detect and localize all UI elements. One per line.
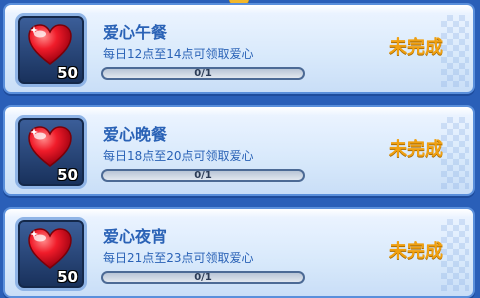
card-decoration [441,219,469,291]
reward-quantity: 50 [57,268,78,286]
reward-icon-frame: 50 [15,115,87,189]
reward-icon-frame: 50 [15,13,87,87]
task-title: 爱心夜宵 [103,227,168,246]
card-decoration [441,15,469,87]
reward-quantity: 50 [57,166,78,184]
progress-bar: 0/1 [101,169,305,182]
progress-text: 0/1 [194,272,212,283]
progress-bar: 0/1 [101,271,305,284]
reward-quantity: 50 [57,64,78,82]
task-card-dinner[interactable]: 50 爱心晚餐 每日18点至20点可领取爱心 0/1 未完成 [3,105,475,196]
heart-icon [28,228,72,269]
task-title: 爱心午餐 [103,23,168,42]
status-label: 未完成 [389,241,443,262]
progress-text: 0/1 [194,68,212,79]
heart-icon [28,24,72,65]
heart-icon [28,126,72,167]
status-label: 未完成 [389,37,443,58]
task-description: 每日18点至20点可领取爱心 [103,149,254,163]
progress-text: 0/1 [194,170,212,181]
task-description: 每日12点至14点可领取爱心 [103,47,254,61]
status-label: 未完成 [389,139,443,160]
reward-icon-frame: 50 [15,217,87,291]
progress-bar: 0/1 [101,67,305,80]
task-title: 爱心晚餐 [103,125,168,144]
card-decoration [441,117,469,189]
task-description: 每日21点至23点可领取爱心 [103,251,254,265]
task-card-lunch[interactable]: 50 爱心午餐 每日12点至14点可领取爱心 0/1 未完成 [3,3,475,94]
task-card-late-snack[interactable]: 50 爱心夜宵 每日21点至23点可领取爱心 0/1 未完成 [3,207,475,298]
